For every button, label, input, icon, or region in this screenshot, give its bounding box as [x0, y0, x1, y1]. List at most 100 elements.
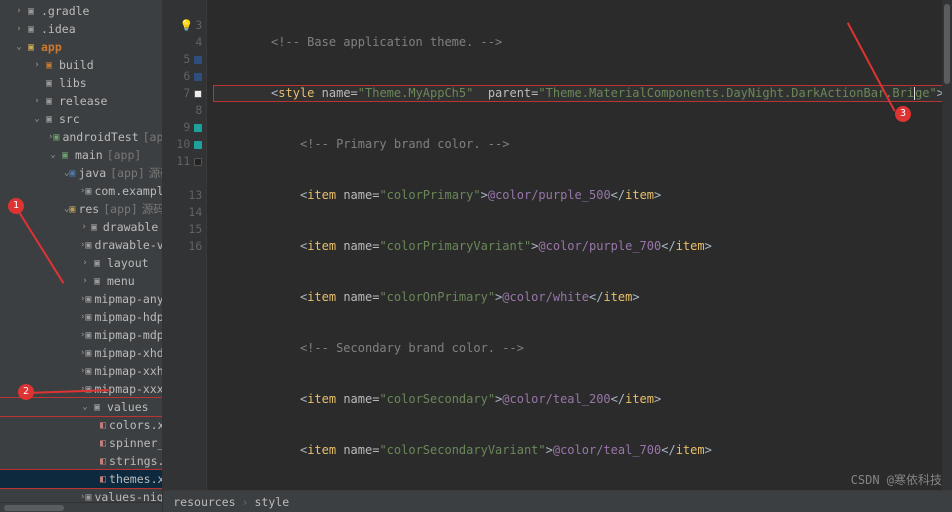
tree-item-gradle[interactable]: › ▣ .gradle [0, 2, 162, 20]
tree-item-mipmap-xxhdpi[interactable]: › ▣ mipmap-xxhdpi [0, 362, 162, 380]
tree-item-mipmap-hdpi[interactable]: › ▣ mipmap-hdpi [0, 308, 162, 326]
horizontal-scrollbar[interactable] [0, 502, 162, 512]
tree-item-mipmap-xhdpi[interactable]: › ▣ mipmap-xhdpi [0, 344, 162, 362]
code-line[interactable]: <!-- Base application theme. --> [213, 34, 952, 51]
folder-icon: ▣ [85, 366, 91, 377]
project-tree[interactable]: › ▣ .gradle › ▣ .idea ⌄ ▣ app › ▣ build [0, 0, 162, 502]
editor-gutter[interactable]: 💡3 4 5 6 7 8 9 10 11 13 14 15 16 [163, 0, 207, 490]
chevron-down-icon: ⌄ [48, 150, 58, 160]
tree-label: mipmap-xxhdpi [94, 364, 162, 378]
tree-label: drawable [103, 220, 158, 234]
tree-item-themes-xml[interactable]: ◧ themes.xml [0, 470, 162, 488]
tree-item-values-night[interactable]: › ▣ values-night [0, 488, 162, 502]
code-line[interactable]: <!-- Primary brand color. --> [213, 136, 952, 153]
breadcrumb-segment[interactable]: resources [173, 495, 235, 509]
vertical-scrollbar[interactable] [942, 0, 952, 490]
gutter-color-swatch [194, 124, 202, 132]
tree-label: spinner_item.xml [109, 436, 162, 450]
tree-item-menu[interactable]: › ▣ menu [0, 272, 162, 290]
code-line[interactable]: <item name="colorSecondaryVariant">@colo… [213, 442, 952, 459]
tree-label: java [78, 166, 106, 180]
tree-item-mipmap-anydpi[interactable]: › ▣ mipmap-anydpi-v26 [0, 290, 162, 308]
folder-icon: ▣ [85, 492, 91, 503]
tree-item-libs[interactable]: ▣ libs [0, 74, 162, 92]
breadcrumb-segment[interactable]: style [255, 495, 290, 509]
line-number: 6 [183, 68, 190, 85]
folder-icon: ▣ [42, 114, 56, 125]
scrollbar-thumb[interactable] [4, 505, 64, 511]
line-number: 7 [183, 85, 190, 102]
tree-label: mipmap-xhdpi [94, 346, 162, 360]
tree-item-app[interactable]: ⌄ ▣ app [0, 38, 162, 56]
tree-item-mipmap-mdpi[interactable]: › ▣ mipmap-mdpi [0, 326, 162, 344]
chevron-right-icon: › [80, 222, 88, 232]
scope-tag: [app] [103, 202, 138, 216]
code-line[interactable]: <item name="colorOnPrimary">@color/white… [213, 289, 952, 306]
watermark-text: CSDN @寒依科技 [851, 471, 942, 488]
tree-item-spinner-xml[interactable]: ◧ spinner_item.xml [0, 434, 162, 452]
tree-label: build [59, 58, 94, 72]
tree-label: menu [107, 274, 135, 288]
tree-item-java[interactable]: ⌄ ▣ java [app] 源码 [0, 164, 162, 182]
tree-label: com.example.myappch5 [94, 184, 162, 198]
line-number: 8 [195, 102, 202, 119]
tree-label: mipmap-anydpi-v26 [94, 292, 162, 306]
tree-item-main[interactable]: ⌄ ▣ main [app] [0, 146, 162, 164]
gutter-color-swatch [194, 56, 202, 64]
chevron-down-icon: ⌄ [80, 402, 90, 412]
tree-label: .gradle [41, 4, 89, 18]
tree-label: main [75, 148, 103, 162]
tree-item-release[interactable]: › ▣ release [0, 92, 162, 110]
chevron-right-icon: › [80, 276, 90, 286]
folder-icon: ▣ [85, 240, 91, 251]
editor-breadcrumb[interactable]: resources › style [163, 490, 952, 512]
code-line-highlight[interactable]: <style name="Theme.MyAppCh5" parent="The… [213, 85, 944, 102]
intention-bulb-icon[interactable]: 💡 [180, 17, 194, 34]
tree-item-androidtest[interactable]: › ▣ androidTest [app] [0, 128, 162, 146]
gutter-color-swatch [194, 158, 202, 166]
tree-item-strings-xml[interactable]: ◧ strings.xml [0, 452, 162, 470]
folder-icon: ▣ [69, 168, 75, 179]
chevron-right-icon: › [242, 495, 249, 509]
code-line[interactable]: <item name="colorPrimaryVariant">@color/… [213, 238, 952, 255]
line-number: 10 [176, 136, 190, 153]
annotation-badge-2: 2 [18, 384, 34, 400]
line-number: 9 [183, 119, 190, 136]
chevron-down-icon: ⌄ [14, 42, 24, 52]
code-editor: 💡3 4 5 6 7 8 9 10 11 13 14 15 16 <!-- Ba… [163, 0, 952, 512]
workspace: › ▣ .gradle › ▣ .idea ⌄ ▣ app › ▣ build [0, 0, 952, 512]
folder-icon: ▣ [88, 222, 100, 233]
tree-label: mipmap-mdpi [94, 328, 162, 342]
tree-item-build[interactable]: › ▣ build [0, 56, 162, 74]
tree-label: themes.xml [109, 472, 162, 486]
tree-label: release [59, 94, 107, 108]
scrollbar-thumb[interactable] [944, 4, 950, 84]
tree-item-package[interactable]: › ▣ com.example.myappch5 [0, 182, 162, 200]
code-line[interactable]: <item name="colorPrimary">@color/purple_… [213, 187, 952, 204]
tree-item-src[interactable]: ⌄ ▣ src [0, 110, 162, 128]
chevron-right-icon: › [14, 6, 24, 16]
code-line[interactable]: <!-- Secondary brand color. --> [213, 340, 952, 357]
source-folder-icon: ▣ [58, 150, 72, 161]
line-number: 14 [188, 204, 202, 221]
module-icon: ▣ [24, 42, 38, 53]
tree-label: values-night [94, 490, 162, 502]
tree-item-idea[interactable]: › ▣ .idea [0, 20, 162, 38]
folder-icon: ▣ [42, 96, 56, 107]
tree-item-values[interactable]: ⌄ ▣ values [0, 398, 162, 416]
tree-item-drawable-v24[interactable]: › ▣ drawable-v24 [0, 236, 162, 254]
tree-label: strings.xml [109, 454, 162, 468]
folder-icon: ▣ [85, 294, 91, 305]
tree-item-res[interactable]: ⌄ ▣ res [app] 源码 [0, 200, 162, 218]
editor-body[interactable]: <!-- Base application theme. --> <style … [207, 0, 952, 490]
tree-item-colors-xml[interactable]: ◧ colors.xml [0, 416, 162, 434]
gutter-color-swatch [194, 90, 202, 98]
chevron-right-icon: › [32, 96, 42, 106]
package-icon: ▣ [85, 186, 91, 197]
code-line[interactable]: <item name="colorSecondary">@color/teal_… [213, 391, 952, 408]
line-number: 5 [183, 51, 190, 68]
chevron-right-icon: › [32, 60, 42, 70]
tree-item-layout[interactable]: › ▣ layout [0, 254, 162, 272]
tree-label: androidTest [62, 130, 138, 144]
folder-icon: ▣ [69, 204, 75, 215]
